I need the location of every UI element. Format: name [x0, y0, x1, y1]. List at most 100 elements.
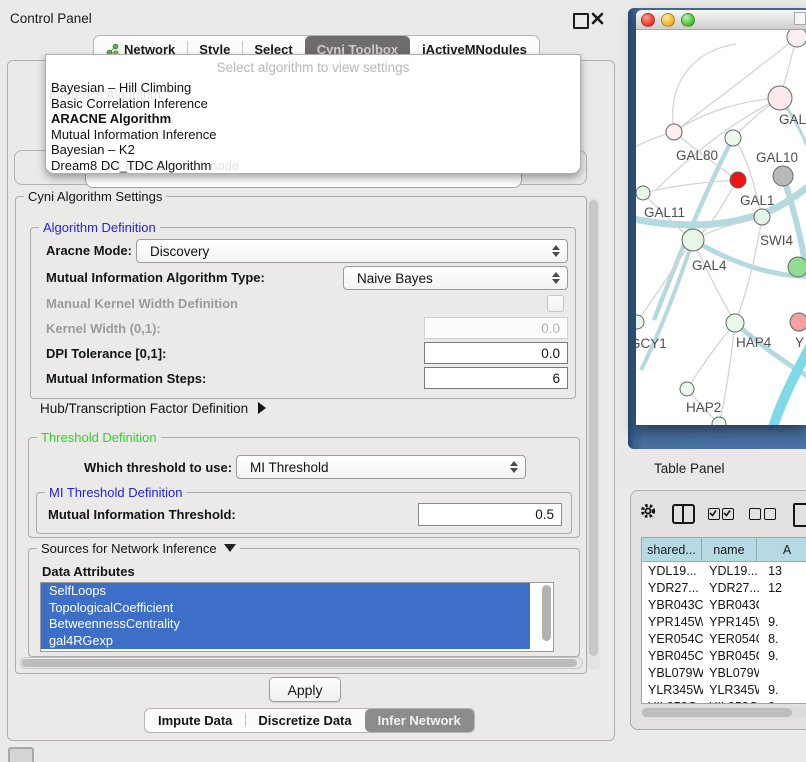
network-node-label: Y	[795, 335, 804, 350]
page-icon[interactable]	[793, 503, 806, 527]
tab-infer-network[interactable]: Infer Network	[365, 709, 474, 732]
group-title-mi-threshold-definition: MI Threshold Definition	[45, 485, 186, 500]
table-row[interactable]: YDR27...YDR27...12	[642, 579, 806, 596]
header-cell-name[interactable]: name	[702, 538, 757, 561]
table-header: shared... name A	[642, 538, 806, 562]
canvas-scroll-corner[interactable]	[794, 12, 806, 25]
table-row[interactable]: YLR345WYLR345W9.	[642, 681, 806, 698]
network-window-titlebar[interactable]	[636, 10, 806, 30]
algorithm-option[interactable]: Basic Correlation Inference	[46, 96, 580, 112]
data-attributes-label: Data Attributes	[42, 564, 135, 579]
header-cell-shared-name[interactable]: shared...	[642, 538, 702, 561]
table-row[interactable]: YBL079WYBL079W	[642, 664, 806, 681]
attribute-item[interactable]: BetweennessCentrality	[41, 616, 530, 633]
network-canvas[interactable]: GAL2GAL80GAL10GAL1GAL11SWI4GAL4GCY1HAP4Y…	[636, 30, 806, 425]
tab-discretize-data[interactable]: Discretize Data	[245, 709, 364, 732]
unchecked-boxes-icon[interactable]	[749, 507, 776, 525]
table-row[interactable]: YIL052CYIL052C9.	[642, 698, 806, 704]
dpi-tolerance-field[interactable]: 0.0	[424, 342, 568, 364]
network-node[interactable]	[773, 166, 793, 186]
hub-definition-toggle[interactable]: Hub/Transcription Factor Definition	[40, 401, 266, 416]
group-title-sources[interactable]: Sources for Network Inference	[37, 541, 240, 556]
header-cell-clipped[interactable]: A	[757, 538, 806, 561]
close-icon[interactable]	[591, 12, 604, 30]
table-row[interactable]: YDL19...YDL19...13	[642, 562, 806, 579]
network-window[interactable]: GAL2GAL80GAL10GAL1GAL11SWI4GAL4GCY1HAP4Y…	[636, 10, 806, 425]
mi-threshold-field[interactable]: 0.5	[418, 503, 562, 526]
table-hscrollbar[interactable]	[641, 707, 806, 718]
control-panel-title: Control Panel	[10, 11, 92, 26]
network-node[interactable]	[636, 186, 650, 200]
gear-icon[interactable]	[639, 502, 657, 525]
table-cell: 12	[759, 581, 806, 595]
group-title-threshold-definition: Threshold Definition	[37, 430, 161, 445]
panel-collapse-stub[interactable]	[8, 747, 34, 762]
attribute-item[interactable]: TopologicalCoefficient	[41, 600, 530, 617]
which-threshold-select[interactable]: MI Threshold	[236, 455, 526, 479]
table-panel-title: Table Panel	[654, 461, 725, 476]
checked-boxes-icon[interactable]	[708, 507, 736, 525]
attributes-scrollbar[interactable]	[542, 585, 551, 641]
table-row[interactable]: YER054CYER054C8.	[642, 630, 806, 647]
table-cell: YPR145W	[703, 615, 759, 629]
table-cell: YLR345W	[703, 683, 759, 697]
tab-label: Impute Data	[158, 713, 232, 728]
table-panel-titlebar: Table Panel	[620, 449, 806, 488]
network-node-label: SWI4	[760, 233, 793, 248]
aracne-mode-select[interactable]: Discovery	[136, 239, 568, 263]
scrollbar-thumb[interactable]	[642, 708, 792, 717]
network-node[interactable]	[788, 257, 806, 277]
network-node[interactable]	[754, 209, 770, 225]
attribute-item[interactable]: SelfLoops	[41, 583, 530, 600]
algorithm-option[interactable]: Bayesian – K2	[46, 142, 580, 158]
algorithm-option[interactable]: Mutual Information Inference	[46, 127, 580, 143]
expand-arrow-icon	[258, 402, 266, 414]
which-threshold-label: Which threshold to use:	[84, 460, 232, 475]
network-node[interactable]	[768, 86, 792, 110]
scrollbar-thumb[interactable]	[22, 659, 577, 667]
float-window-icon[interactable]	[573, 13, 589, 29]
mi-steps-label: Mutual Information Steps:	[46, 371, 206, 386]
mi-type-label: Mutual Information Algorithm Type:	[46, 270, 265, 285]
manual-kernel-label: Manual Kernel Width Definition	[46, 296, 238, 311]
settings-hscrollbar[interactable]	[20, 657, 583, 669]
scrollbar-thumb[interactable]	[589, 200, 598, 656]
network-node[interactable]	[790, 313, 806, 331]
table-cell: YBR045C	[703, 649, 759, 663]
algorithm-option[interactable]: ARACNE Algorithm	[46, 111, 580, 127]
network-node[interactable]	[730, 172, 746, 188]
network-node[interactable]	[666, 124, 682, 140]
table-cell: YPR145W	[642, 615, 703, 629]
traffic-light-close-icon[interactable]	[641, 13, 655, 27]
network-node[interactable]	[726, 314, 744, 332]
table-cell: YBR043C	[703, 598, 759, 612]
network-node[interactable]	[787, 30, 806, 47]
network-node-label: GAL1	[740, 193, 775, 208]
network-node[interactable]	[636, 315, 644, 329]
combo-stepper-icon	[552, 245, 560, 257]
traffic-light-minimize-icon[interactable]	[661, 13, 675, 27]
kernel-width-label: Kernel Width (0,1):	[46, 321, 161, 336]
table-cell: YLR345W	[642, 683, 703, 697]
table-cell: YBL079W	[703, 666, 759, 680]
table-row[interactable]: YPR145WYPR145W9.	[642, 613, 806, 630]
aracne-mode-label: Aracne Mode:	[46, 243, 132, 258]
table-row[interactable]: YBR045CYBR045C9.	[642, 647, 806, 664]
mi-steps-field[interactable]: 6	[424, 367, 568, 389]
algorithm-option[interactable]: Bayesian – Hill Climbing	[46, 80, 580, 96]
table-row[interactable]: YBR043CYBR043C	[642, 596, 806, 613]
network-node[interactable]	[725, 130, 741, 146]
network-node[interactable]	[680, 382, 694, 396]
apply-button[interactable]: Apply	[269, 677, 341, 702]
mi-type-select[interactable]: Naive Bayes	[343, 266, 568, 290]
tab-impute-data[interactable]: Impute Data	[145, 709, 245, 732]
table-cell: YDR27...	[642, 581, 703, 595]
attribute-item[interactable]: gal4RGexp	[41, 633, 530, 650]
settings-vscrollbar[interactable]	[587, 197, 600, 670]
attributes-list[interactable]: SelfLoopsTopologicalCoefficientBetweenne…	[40, 582, 554, 652]
columns-icon[interactable]	[672, 504, 695, 524]
network-node[interactable]	[682, 229, 704, 251]
traffic-light-zoom-icon[interactable]	[681, 13, 695, 27]
kernel-width-field: 0.0	[424, 317, 568, 339]
algorithm-option[interactable]: Dream8 DC_TDC Algorithm	[46, 158, 580, 174]
